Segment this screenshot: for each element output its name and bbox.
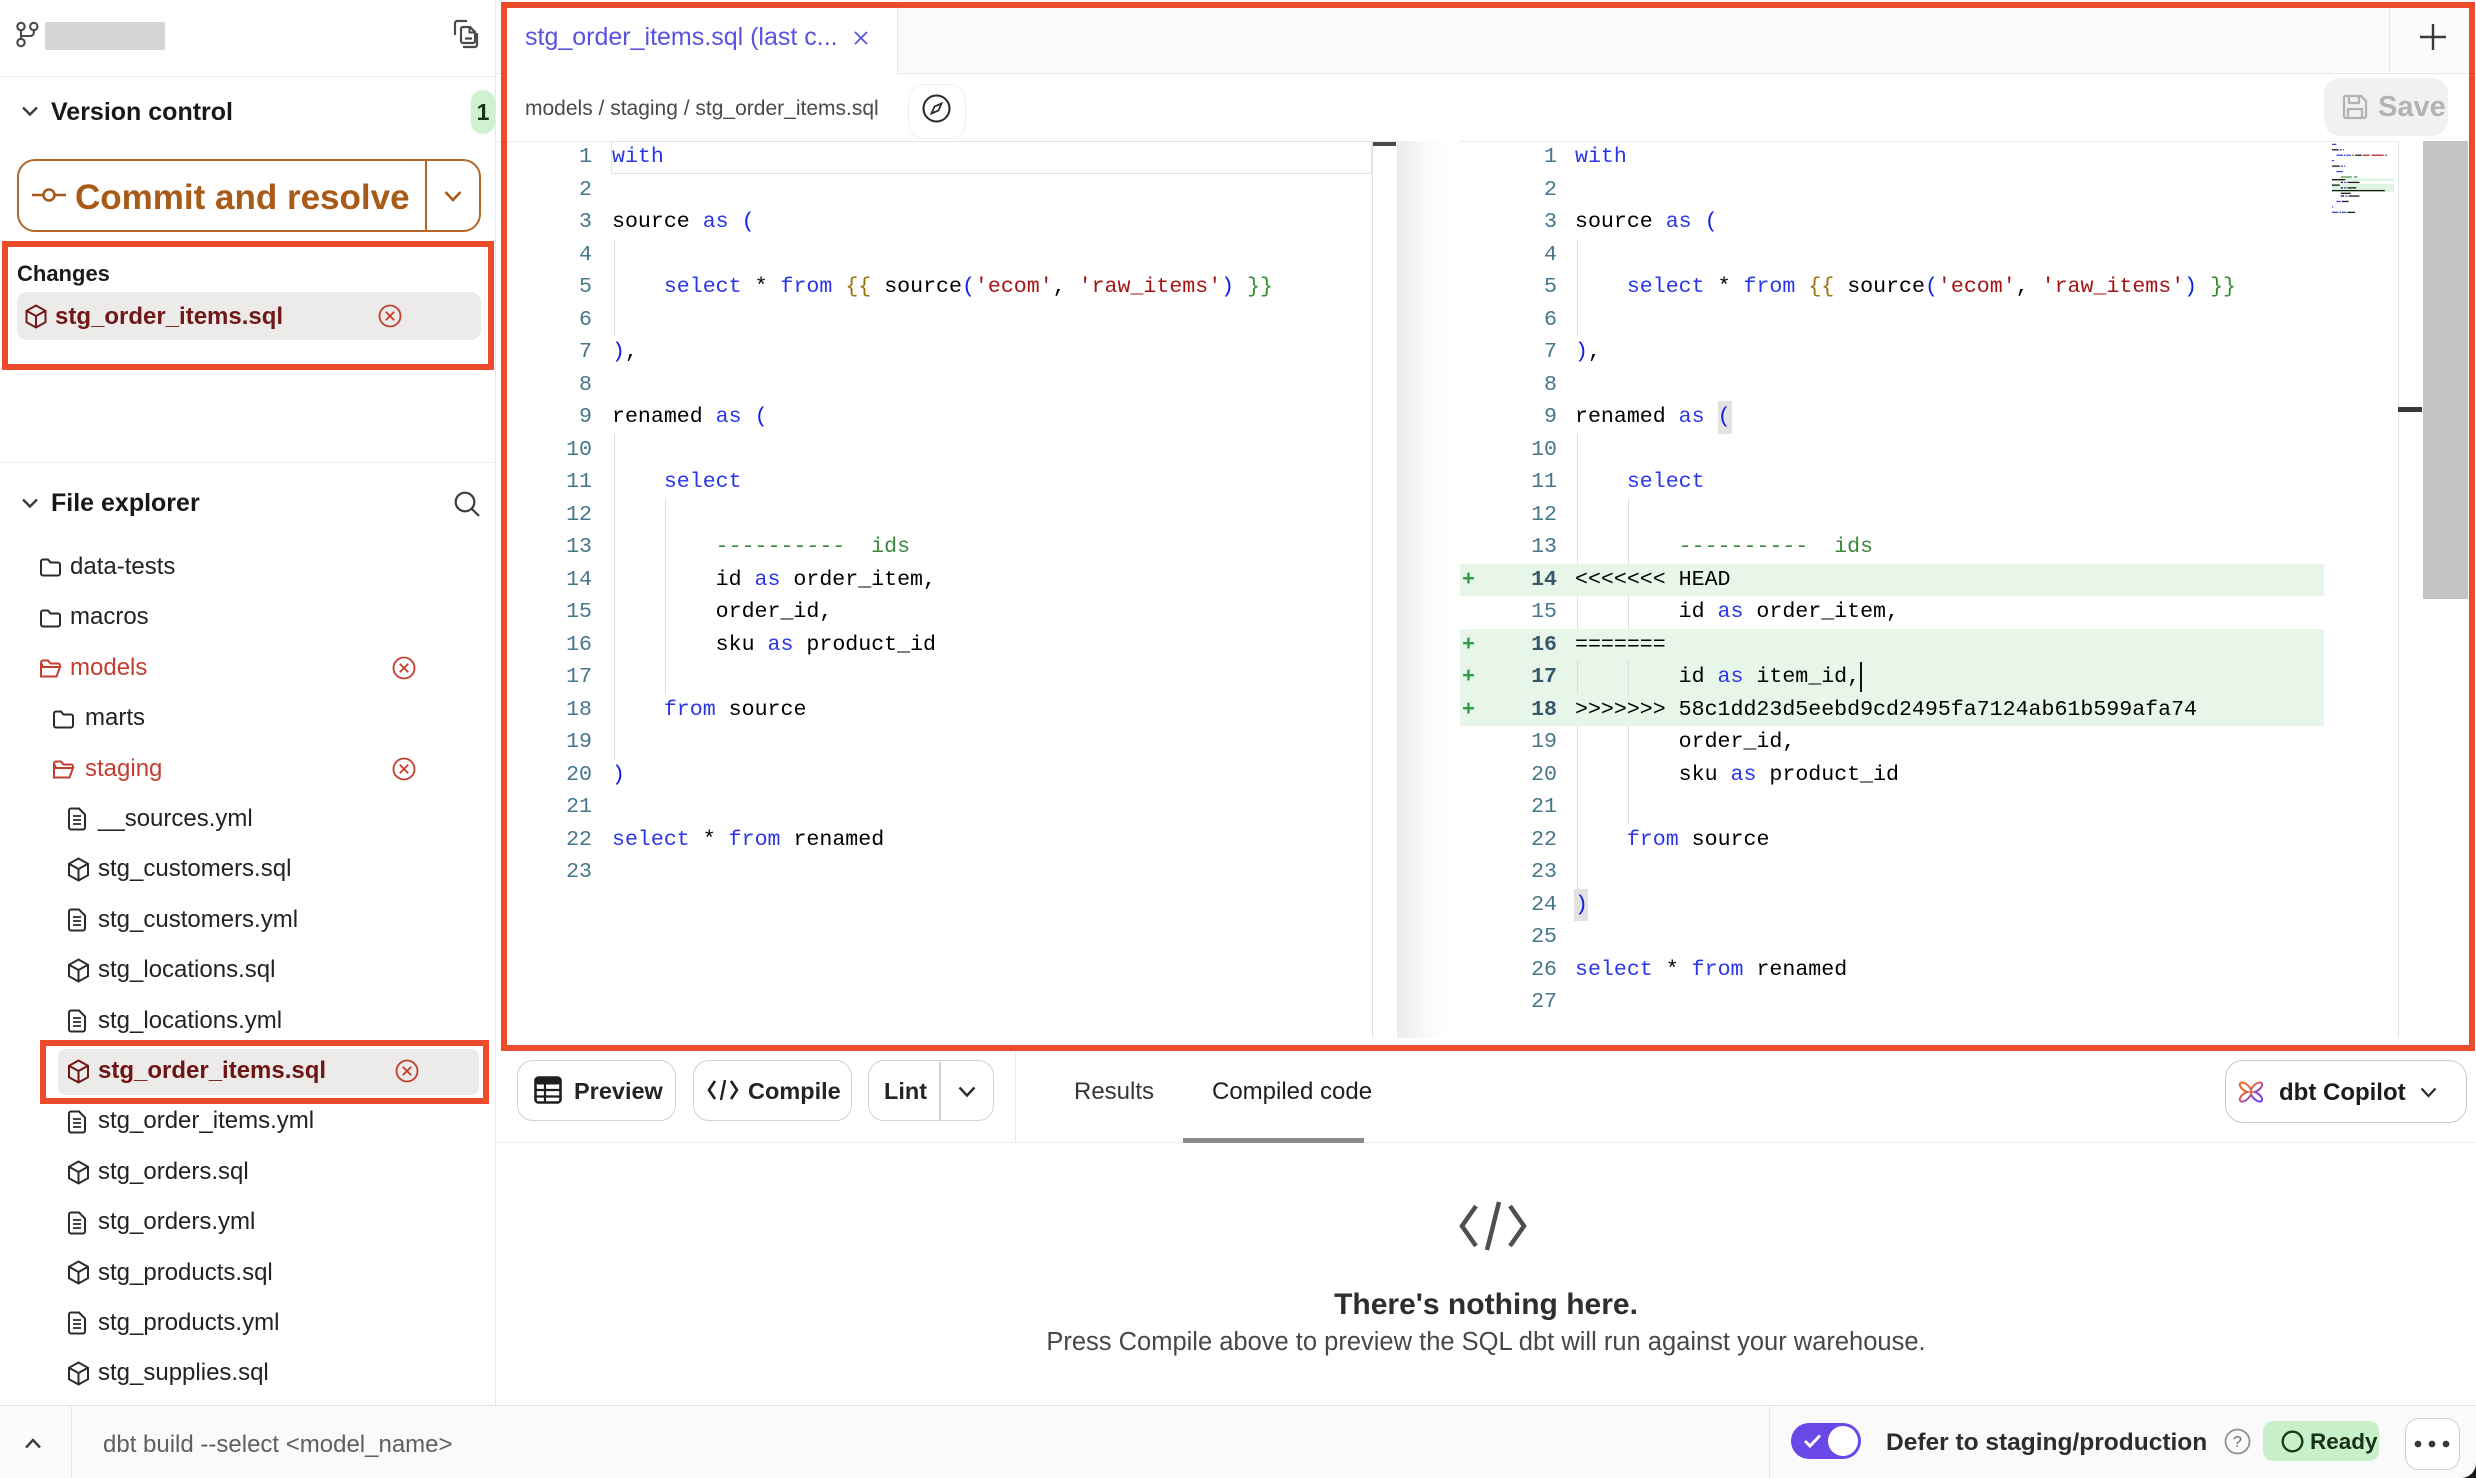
svg-text:?: ? <box>2233 1434 2242 1451</box>
